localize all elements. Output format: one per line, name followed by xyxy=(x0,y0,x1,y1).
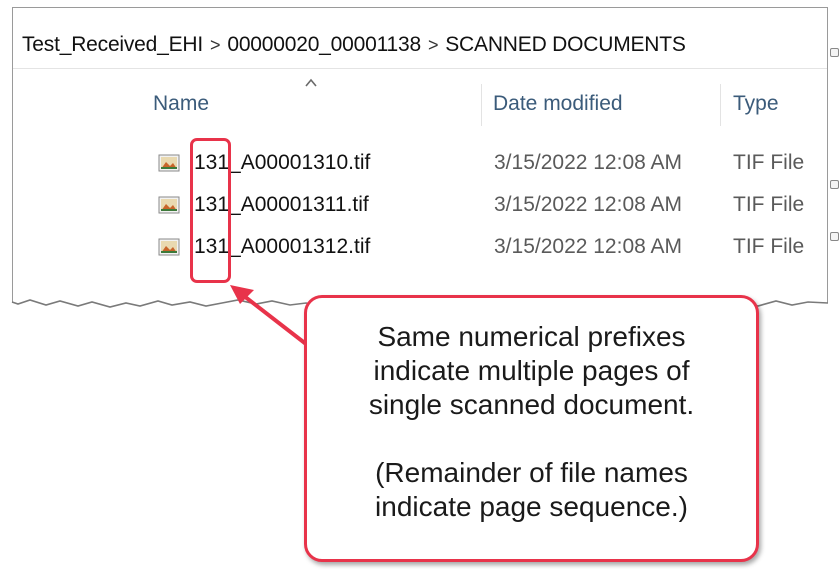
prefix-highlight-box xyxy=(190,138,231,283)
caret-up-icon xyxy=(305,78,317,87)
file-date-modified: 3/15/2022 12:08 AM xyxy=(494,193,682,216)
file-type: TIF File xyxy=(733,193,805,216)
edge-glyph xyxy=(830,48,839,57)
window-border-top xyxy=(12,7,828,8)
tif-image-file-icon xyxy=(158,238,180,256)
file-date-modified: 3/15/2022 12:08 AM xyxy=(494,151,682,174)
callout-text-line: Same numerical prefixes xyxy=(377,321,686,352)
breadcrumb-separator[interactable]: > xyxy=(210,35,221,56)
file-row[interactable]: 131_A00001311.tif 3/15/2022 12:08 AM TIF… xyxy=(0,188,839,226)
file-row[interactable]: 131_A00001310.tif 3/15/2022 12:08 AM TIF… xyxy=(0,146,839,184)
callout-spacer xyxy=(307,422,756,456)
breadcrumb-separator[interactable]: > xyxy=(428,35,439,56)
callout-text-line: indicate page sequence.) xyxy=(375,491,688,522)
column-divider[interactable] xyxy=(720,84,721,126)
breadcrumb: Test_Received_EHI > 00000020_00001138 > … xyxy=(22,30,686,60)
address-bar-divider xyxy=(13,68,827,69)
column-header-date-modified[interactable]: Date modified xyxy=(493,92,623,116)
annotation-callout: Same numerical prefixes indicate multipl… xyxy=(304,295,759,562)
callout-text-line: (Remainder of file names xyxy=(375,457,688,488)
breadcrumb-item-current[interactable]: SCANNED DOCUMENTS xyxy=(445,33,686,57)
file-row[interactable]: 131_A00001312.tif 3/15/2022 12:08 AM TIF… xyxy=(0,230,839,268)
file-type: TIF File xyxy=(733,235,805,258)
breadcrumb-item-folder[interactable]: 00000020_00001138 xyxy=(227,33,421,57)
column-header-type[interactable]: Type xyxy=(733,92,779,116)
callout-text-line: single scanned document. xyxy=(368,389,695,420)
breadcrumb-item-root[interactable]: Test_Received_EHI xyxy=(22,33,203,57)
file-date-modified: 3/15/2022 12:08 AM xyxy=(494,235,682,258)
column-divider[interactable] xyxy=(481,84,482,126)
callout-text-line: indicate multiple pages of xyxy=(373,355,690,386)
tif-image-file-icon xyxy=(158,196,180,214)
tif-image-file-icon xyxy=(158,154,180,172)
column-header-name[interactable]: Name xyxy=(153,92,209,116)
file-type: TIF File xyxy=(733,151,805,174)
